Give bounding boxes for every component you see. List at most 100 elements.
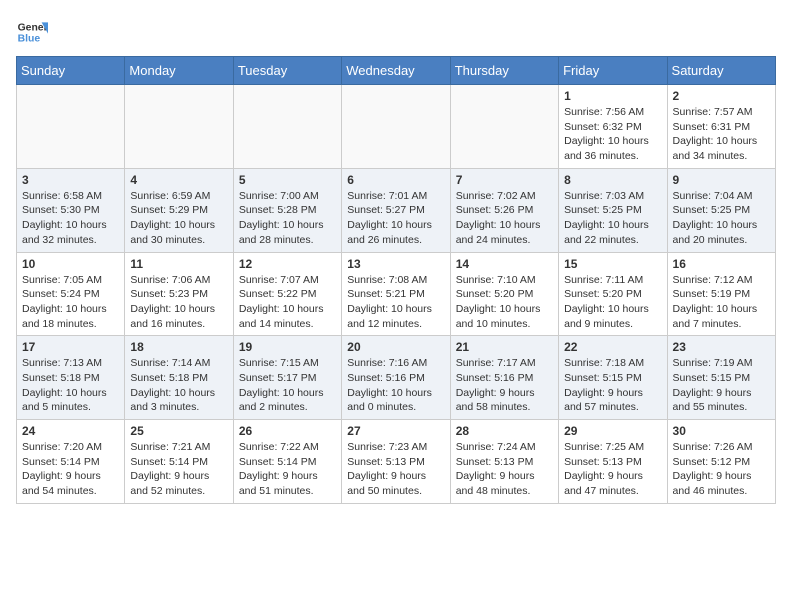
day-number: 5 bbox=[239, 173, 336, 187]
day-number: 2 bbox=[673, 89, 770, 103]
day-info: Sunrise: 7:01 AM Sunset: 5:27 PM Dayligh… bbox=[347, 189, 444, 248]
calendar-cell: 14 Sunrise: 7:10 AM Sunset: 5:20 PM Dayli… bbox=[450, 252, 558, 336]
day-info: Sunrise: 7:02 AM Sunset: 5:26 PM Dayligh… bbox=[456, 189, 553, 248]
calendar-cell: 1 Sunrise: 7:56 AM Sunset: 6:32 PM Daylig… bbox=[559, 85, 667, 169]
day-info: Sunrise: 7:07 AM Sunset: 5:22 PM Dayligh… bbox=[239, 273, 336, 332]
day-number: 6 bbox=[347, 173, 444, 187]
column-header-saturday: Saturday bbox=[667, 57, 775, 85]
day-number: 28 bbox=[456, 424, 553, 438]
calendar-cell bbox=[450, 85, 558, 169]
calendar-table: SundayMondayTuesdayWednesdayThursdayFrid… bbox=[16, 56, 776, 504]
day-info: Sunrise: 7:03 AM Sunset: 5:25 PM Dayligh… bbox=[564, 189, 661, 248]
day-number: 24 bbox=[22, 424, 119, 438]
day-info: Sunrise: 7:10 AM Sunset: 5:20 PM Dayligh… bbox=[456, 273, 553, 332]
calendar-week-row: 24 Sunrise: 7:20 AM Sunset: 5:14 PM Dayli… bbox=[17, 420, 776, 504]
day-number: 18 bbox=[130, 340, 227, 354]
day-number: 14 bbox=[456, 257, 553, 271]
day-number: 1 bbox=[564, 89, 661, 103]
day-number: 17 bbox=[22, 340, 119, 354]
day-number: 9 bbox=[673, 173, 770, 187]
day-info: Sunrise: 7:18 AM Sunset: 5:15 PM Dayligh… bbox=[564, 356, 661, 415]
day-info: Sunrise: 7:12 AM Sunset: 5:19 PM Dayligh… bbox=[673, 273, 770, 332]
column-header-friday: Friday bbox=[559, 57, 667, 85]
calendar-cell: 13 Sunrise: 7:08 AM Sunset: 5:21 PM Dayli… bbox=[342, 252, 450, 336]
calendar-cell: 16 Sunrise: 7:12 AM Sunset: 5:19 PM Dayli… bbox=[667, 252, 775, 336]
calendar-cell: 19 Sunrise: 7:15 AM Sunset: 5:17 PM Dayli… bbox=[233, 336, 341, 420]
calendar-cell: 5 Sunrise: 7:00 AM Sunset: 5:28 PM Daylig… bbox=[233, 168, 341, 252]
calendar-week-row: 3 Sunrise: 6:58 AM Sunset: 5:30 PM Daylig… bbox=[17, 168, 776, 252]
day-info: Sunrise: 7:19 AM Sunset: 5:15 PM Dayligh… bbox=[673, 356, 770, 415]
calendar-week-row: 10 Sunrise: 7:05 AM Sunset: 5:24 PM Dayli… bbox=[17, 252, 776, 336]
day-number: 8 bbox=[564, 173, 661, 187]
calendar-cell: 30 Sunrise: 7:26 AM Sunset: 5:12 PM Dayli… bbox=[667, 420, 775, 504]
calendar-cell: 28 Sunrise: 7:24 AM Sunset: 5:13 PM Dayli… bbox=[450, 420, 558, 504]
day-number: 23 bbox=[673, 340, 770, 354]
day-info: Sunrise: 7:11 AM Sunset: 5:20 PM Dayligh… bbox=[564, 273, 661, 332]
day-info: Sunrise: 7:23 AM Sunset: 5:13 PM Dayligh… bbox=[347, 440, 444, 499]
day-info: Sunrise: 7:08 AM Sunset: 5:21 PM Dayligh… bbox=[347, 273, 444, 332]
column-header-thursday: Thursday bbox=[450, 57, 558, 85]
day-info: Sunrise: 7:13 AM Sunset: 5:18 PM Dayligh… bbox=[22, 356, 119, 415]
day-info: Sunrise: 7:16 AM Sunset: 5:16 PM Dayligh… bbox=[347, 356, 444, 415]
calendar-cell: 7 Sunrise: 7:02 AM Sunset: 5:26 PM Daylig… bbox=[450, 168, 558, 252]
calendar-cell: 20 Sunrise: 7:16 AM Sunset: 5:16 PM Dayli… bbox=[342, 336, 450, 420]
day-number: 7 bbox=[456, 173, 553, 187]
day-number: 13 bbox=[347, 257, 444, 271]
calendar-cell: 29Sunrise: 7:25 AM Sunset: 5:13 PM Dayli… bbox=[559, 420, 667, 504]
day-info: Sunrise: 7:20 AM Sunset: 5:14 PM Dayligh… bbox=[22, 440, 119, 499]
day-info: Sunrise: 7:04 AM Sunset: 5:25 PM Dayligh… bbox=[673, 189, 770, 248]
day-info: Sunrise: 7:56 AM Sunset: 6:32 PM Dayligh… bbox=[564, 105, 661, 164]
calendar-cell: 11 Sunrise: 7:06 AM Sunset: 5:23 PM Dayli… bbox=[125, 252, 233, 336]
calendar-cell: 3 Sunrise: 6:58 AM Sunset: 5:30 PM Daylig… bbox=[17, 168, 125, 252]
day-info: Sunrise: 7:00 AM Sunset: 5:28 PM Dayligh… bbox=[239, 189, 336, 248]
day-number: 10 bbox=[22, 257, 119, 271]
column-header-monday: Monday bbox=[125, 57, 233, 85]
calendar-cell: 17 Sunrise: 7:13 AM Sunset: 5:18 PM Dayli… bbox=[17, 336, 125, 420]
day-number: 20 bbox=[347, 340, 444, 354]
calendar-cell: 10 Sunrise: 7:05 AM Sunset: 5:24 PM Dayli… bbox=[17, 252, 125, 336]
logo: General Blue bbox=[16, 16, 48, 48]
calendar-cell: 24 Sunrise: 7:20 AM Sunset: 5:14 PM Dayli… bbox=[17, 420, 125, 504]
day-info: Sunrise: 7:22 AM Sunset: 5:14 PM Dayligh… bbox=[239, 440, 336, 499]
logo-icon: General Blue bbox=[16, 16, 48, 48]
day-number: 30 bbox=[673, 424, 770, 438]
calendar-cell bbox=[233, 85, 341, 169]
calendar-cell bbox=[17, 85, 125, 169]
column-header-wednesday: Wednesday bbox=[342, 57, 450, 85]
day-info: Sunrise: 7:15 AM Sunset: 5:17 PM Dayligh… bbox=[239, 356, 336, 415]
day-number: 22 bbox=[564, 340, 661, 354]
calendar-cell bbox=[125, 85, 233, 169]
day-number: 26 bbox=[239, 424, 336, 438]
day-number: 11 bbox=[130, 257, 227, 271]
page-header: General Blue bbox=[16, 16, 776, 48]
day-info: Sunrise: 7:17 AM Sunset: 5:16 PM Dayligh… bbox=[456, 356, 553, 415]
day-info: Sunrise: 7:21 AM Sunset: 5:14 PM Dayligh… bbox=[130, 440, 227, 499]
calendar-cell: 23 Sunrise: 7:19 AM Sunset: 5:15 PM Dayli… bbox=[667, 336, 775, 420]
calendar-cell: 2 Sunrise: 7:57 AM Sunset: 6:31 PM Daylig… bbox=[667, 85, 775, 169]
day-number: 3 bbox=[22, 173, 119, 187]
calendar-week-row: 17 Sunrise: 7:13 AM Sunset: 5:18 PM Dayli… bbox=[17, 336, 776, 420]
day-info: Sunrise: 7:57 AM Sunset: 6:31 PM Dayligh… bbox=[673, 105, 770, 164]
column-header-sunday: Sunday bbox=[17, 57, 125, 85]
calendar-cell: 18 Sunrise: 7:14 AM Sunset: 5:18 PM Dayli… bbox=[125, 336, 233, 420]
day-number: 12 bbox=[239, 257, 336, 271]
day-info: Sunrise: 6:58 AM Sunset: 5:30 PM Dayligh… bbox=[22, 189, 119, 248]
day-info: Sunrise: 7:24 AM Sunset: 5:13 PM Dayligh… bbox=[456, 440, 553, 499]
calendar-header-row: SundayMondayTuesdayWednesdayThursdayFrid… bbox=[17, 57, 776, 85]
calendar-cell: 22 Sunrise: 7:18 AM Sunset: 5:15 PM Dayli… bbox=[559, 336, 667, 420]
day-info: Sunrise: 7:05 AM Sunset: 5:24 PM Dayligh… bbox=[22, 273, 119, 332]
calendar-cell: 9 Sunrise: 7:04 AM Sunset: 5:25 PM Daylig… bbox=[667, 168, 775, 252]
day-info: Sunrise: 7:06 AM Sunset: 5:23 PM Dayligh… bbox=[130, 273, 227, 332]
column-header-tuesday: Tuesday bbox=[233, 57, 341, 85]
calendar-cell: 6 Sunrise: 7:01 AM Sunset: 5:27 PM Daylig… bbox=[342, 168, 450, 252]
day-number: 16 bbox=[673, 257, 770, 271]
day-number: 15 bbox=[564, 257, 661, 271]
calendar-cell: 27 Sunrise: 7:23 AM Sunset: 5:13 PM Dayli… bbox=[342, 420, 450, 504]
day-info: Sunrise: 7:26 AM Sunset: 5:12 PM Dayligh… bbox=[673, 440, 770, 499]
day-number: 27 bbox=[347, 424, 444, 438]
day-info: Sunrise: 6:59 AM Sunset: 5:29 PM Dayligh… bbox=[130, 189, 227, 248]
day-info: Sunrise: 7:14 AM Sunset: 5:18 PM Dayligh… bbox=[130, 356, 227, 415]
day-number: 4 bbox=[130, 173, 227, 187]
calendar-cell: 4 Sunrise: 6:59 AM Sunset: 5:29 PM Daylig… bbox=[125, 168, 233, 252]
day-number: 19 bbox=[239, 340, 336, 354]
